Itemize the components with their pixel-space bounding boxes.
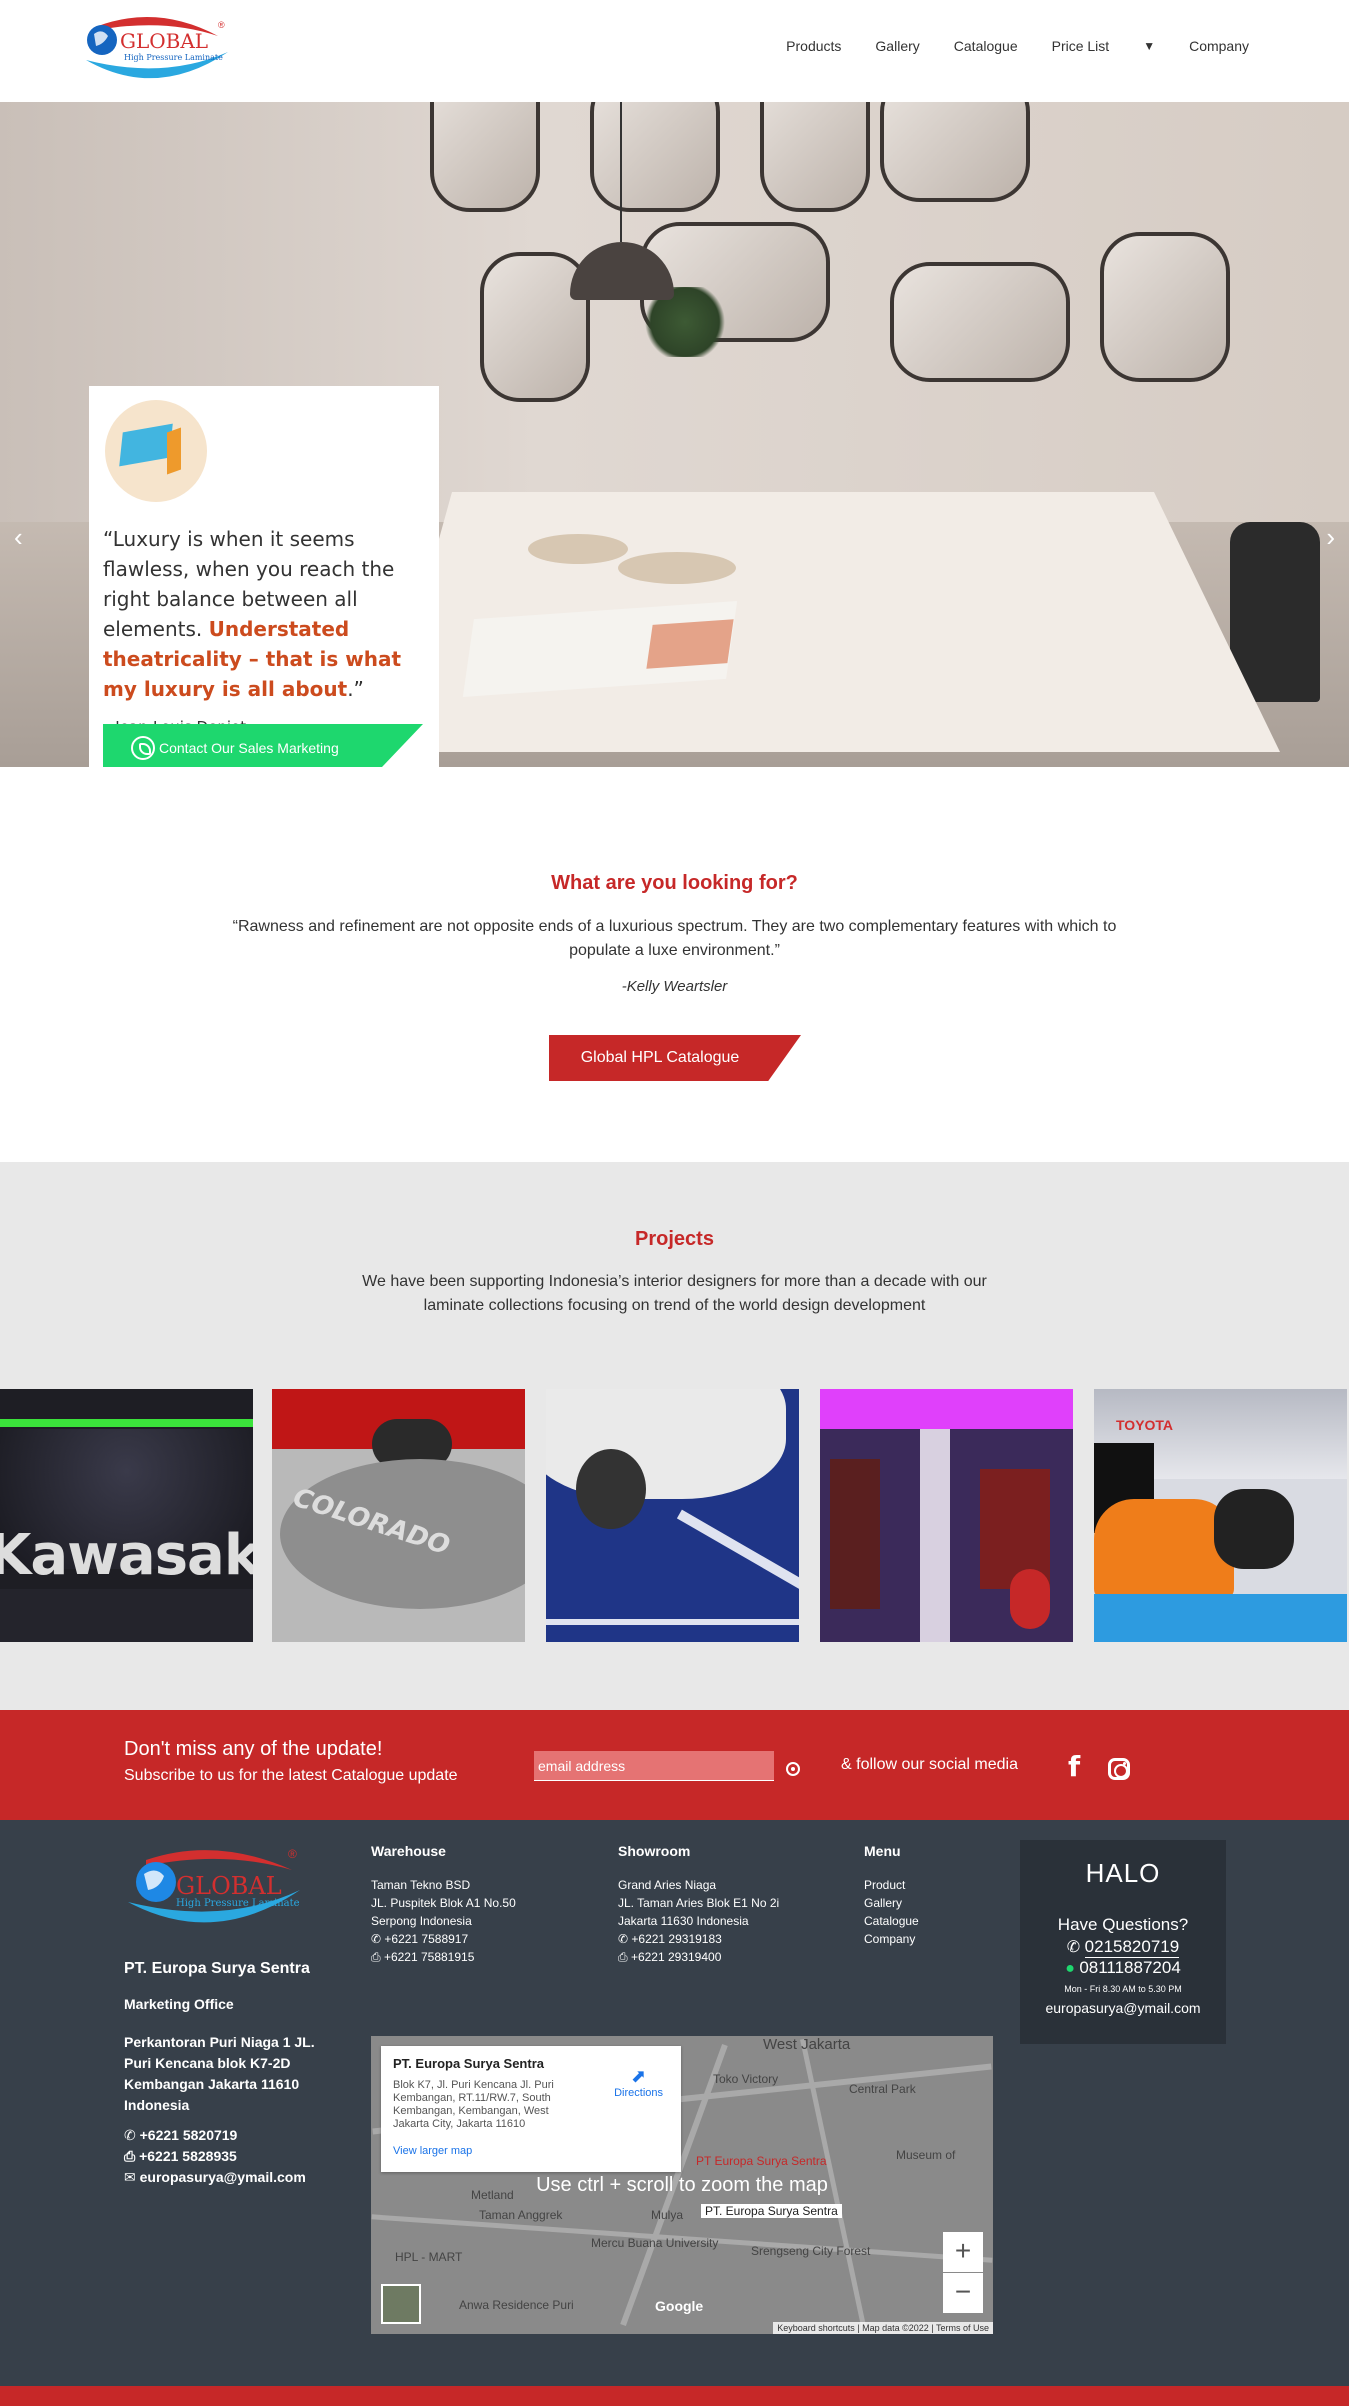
mirror-shape bbox=[1100, 232, 1230, 382]
facebook-icon[interactable]: f bbox=[1068, 1750, 1080, 1783]
project-image[interactable]: TOYOTA bbox=[1094, 1389, 1347, 1642]
newsletter-title: Don't miss any of the update! bbox=[124, 1738, 383, 1760]
footer-menu-product[interactable]: Product bbox=[864, 1876, 919, 1894]
section-title: What are you looking for? bbox=[551, 872, 798, 894]
global-logo[interactable]: GLOBAL ® High Pressure Laminate bbox=[124, 1840, 304, 1936]
office-contacts: ✆ +6221 5820719 ⎙ +6221 5828935 ✉ europa… bbox=[124, 2127, 306, 2185]
prev-slide-icon[interactable]: ‹ bbox=[14, 522, 23, 553]
menu-column: Menu Product Gallery Catalogue Company bbox=[864, 1843, 919, 1948]
mirror-shape bbox=[760, 102, 870, 212]
company-name: PT. Europa Surya Sentra bbox=[124, 1960, 310, 1977]
directions-link[interactable]: ⬈ Directions bbox=[614, 2066, 663, 2099]
satellite-toggle[interactable] bbox=[381, 2284, 421, 2324]
svg-text:High Pressure Laminate: High Pressure Laminate bbox=[176, 1898, 300, 1909]
section-title: Projects bbox=[635, 1228, 714, 1250]
newsletter-subtitle: Subscribe to us for the latest Catalogue… bbox=[124, 1767, 458, 1784]
looking-section: What are you looking for? “Rawness and r… bbox=[0, 767, 1349, 1162]
fax-icon: ⎙ bbox=[618, 1950, 631, 1964]
footer-menu-catalogue[interactable]: Catalogue bbox=[864, 1912, 919, 1930]
view-larger-map-link[interactable]: View larger map bbox=[393, 2145, 669, 2157]
svg-text:GLOBAL: GLOBAL bbox=[176, 1872, 282, 1900]
flag-icon bbox=[105, 400, 207, 502]
phone-icon: ✆ bbox=[1066, 1939, 1085, 1956]
mirror-shape bbox=[590, 102, 720, 212]
chevron-down-icon[interactable]: ▼ bbox=[1143, 39, 1155, 53]
whatsapp-icon bbox=[131, 735, 155, 760]
footer-menu-company[interactable]: Company bbox=[864, 1930, 919, 1948]
project-image[interactable]: COLORADO bbox=[272, 1389, 525, 1642]
footer-bottom-bar bbox=[0, 2386, 1349, 2406]
nav-company[interactable]: Company bbox=[1189, 38, 1249, 54]
halo-hours: Mon - Fri 8.30 AM to 5.30 PM bbox=[1064, 1984, 1182, 1994]
nav-price-list[interactable]: Price List bbox=[1052, 38, 1110, 54]
bowl bbox=[528, 534, 628, 564]
warehouse-column: Warehouse Taman Tekno BSD JL. Puspitek B… bbox=[371, 1843, 516, 1964]
nav-products[interactable]: Products bbox=[786, 38, 841, 54]
nav-catalogue[interactable]: Catalogue bbox=[954, 38, 1018, 54]
halo-question: Have Questions? bbox=[1057, 1915, 1189, 1934]
email-input[interactable] bbox=[534, 1751, 774, 1781]
map-zoom-hint: Use ctrl + scroll to zoom the map bbox=[536, 2174, 828, 2196]
main-nav: Products Gallery Catalogue Price List ▼ … bbox=[752, 38, 1249, 54]
zoom-in-button[interactable]: + bbox=[943, 2232, 983, 2272]
next-slide-icon[interactable]: › bbox=[1326, 522, 1335, 553]
google-logo: Google bbox=[655, 2298, 704, 2314]
showroom-column: Showroom Grand Aries Niaga JL. Taman Ari… bbox=[618, 1843, 780, 1964]
phone-icon: ✆ bbox=[618, 1932, 632, 1946]
google-map[interactable]: West Jakarta Toko Victory Central Park P… bbox=[371, 2036, 993, 2334]
hero-quote: “Luxury is when it seems flawless, when … bbox=[103, 527, 402, 701]
halo-title: HALO bbox=[1085, 1858, 1161, 1888]
logo-word: GLOBAL bbox=[120, 29, 208, 53]
map-info-card: PT. Europa Surya Sentra Blok K7, Jl. Pur… bbox=[381, 2046, 681, 2172]
phone-icon: ✆ bbox=[371, 1932, 385, 1946]
mirror-shape bbox=[880, 102, 1030, 202]
quote-card: “Luxury is when it seems flawless, when … bbox=[89, 386, 439, 767]
mirror-shape bbox=[890, 262, 1070, 382]
newsletter-bar: Don't miss any of the update! Subscribe … bbox=[0, 1710, 1349, 1820]
hero-slider: ‹ › “Luxury is when it seems flawless, w… bbox=[0, 102, 1349, 767]
svg-text:®: ® bbox=[288, 1847, 297, 1861]
section-description: We have been supporting Indonesia’s inte… bbox=[362, 1273, 987, 1314]
projects-section: Projects We have been supporting Indones… bbox=[0, 1162, 1349, 1710]
global-logo[interactable]: GLOBAL ® High Pressure Laminate bbox=[78, 8, 233, 90]
nav-gallery[interactable]: Gallery bbox=[875, 38, 919, 54]
fax-icon: ⎙ bbox=[371, 1950, 384, 1964]
office-label: Marketing Office bbox=[124, 1996, 234, 2012]
instagram-icon[interactable] bbox=[1108, 1758, 1130, 1780]
svg-text:®: ® bbox=[218, 20, 225, 30]
svg-text:High Pressure Laminate: High Pressure Laminate bbox=[124, 53, 223, 62]
map-attribution[interactable]: Keyboard shortcuts | Map data ©2022 | Te… bbox=[773, 2322, 993, 2334]
directions-icon: ⬈ bbox=[631, 2066, 647, 2086]
section-quote: “Rawness and refinement are not opposite… bbox=[232, 918, 1117, 959]
zoom-out-button[interactable]: − bbox=[943, 2273, 983, 2313]
contact-sales-button[interactable]: Contact Our Sales Marketing bbox=[103, 724, 423, 767]
halo-contact-box: HALO Have Questions? ✆ 0215820719 ● 0811… bbox=[1020, 1840, 1226, 2044]
site-footer: GLOBAL ® High Pressure Laminate PT. Euro… bbox=[0, 1820, 1349, 2386]
catalogue-button[interactable]: Global HPL Catalogue bbox=[549, 1035, 801, 1081]
quote-author: -Kelly Weartsler bbox=[621, 978, 728, 995]
project-image[interactable] bbox=[546, 1389, 799, 1642]
project-image[interactable] bbox=[820, 1389, 1073, 1642]
phone-icon: ✆ bbox=[124, 2127, 140, 2143]
mail-icon: ✉ bbox=[124, 2169, 140, 2185]
mirror-shape bbox=[430, 102, 540, 212]
whatsapp-icon: ● bbox=[1065, 1960, 1075, 1977]
project-image[interactable]: Kawasaki bbox=[0, 1389, 253, 1642]
bowl bbox=[618, 552, 736, 584]
submit-arrow-icon[interactable] bbox=[786, 1762, 800, 1776]
chair bbox=[1230, 522, 1320, 702]
site-header: GLOBAL ® High Pressure Laminate Products… bbox=[0, 0, 1349, 102]
office-address: Perkantoran Puri Niaga 1 JL. Puri Kencan… bbox=[124, 2034, 315, 2113]
halo-email[interactable]: europasurya@ymail.com bbox=[1020, 2000, 1226, 2016]
footer-menu-gallery[interactable]: Gallery bbox=[864, 1894, 919, 1912]
fax-icon: ⎙ bbox=[124, 2148, 140, 2164]
follow-label: & follow our social media bbox=[841, 1756, 1018, 1773]
